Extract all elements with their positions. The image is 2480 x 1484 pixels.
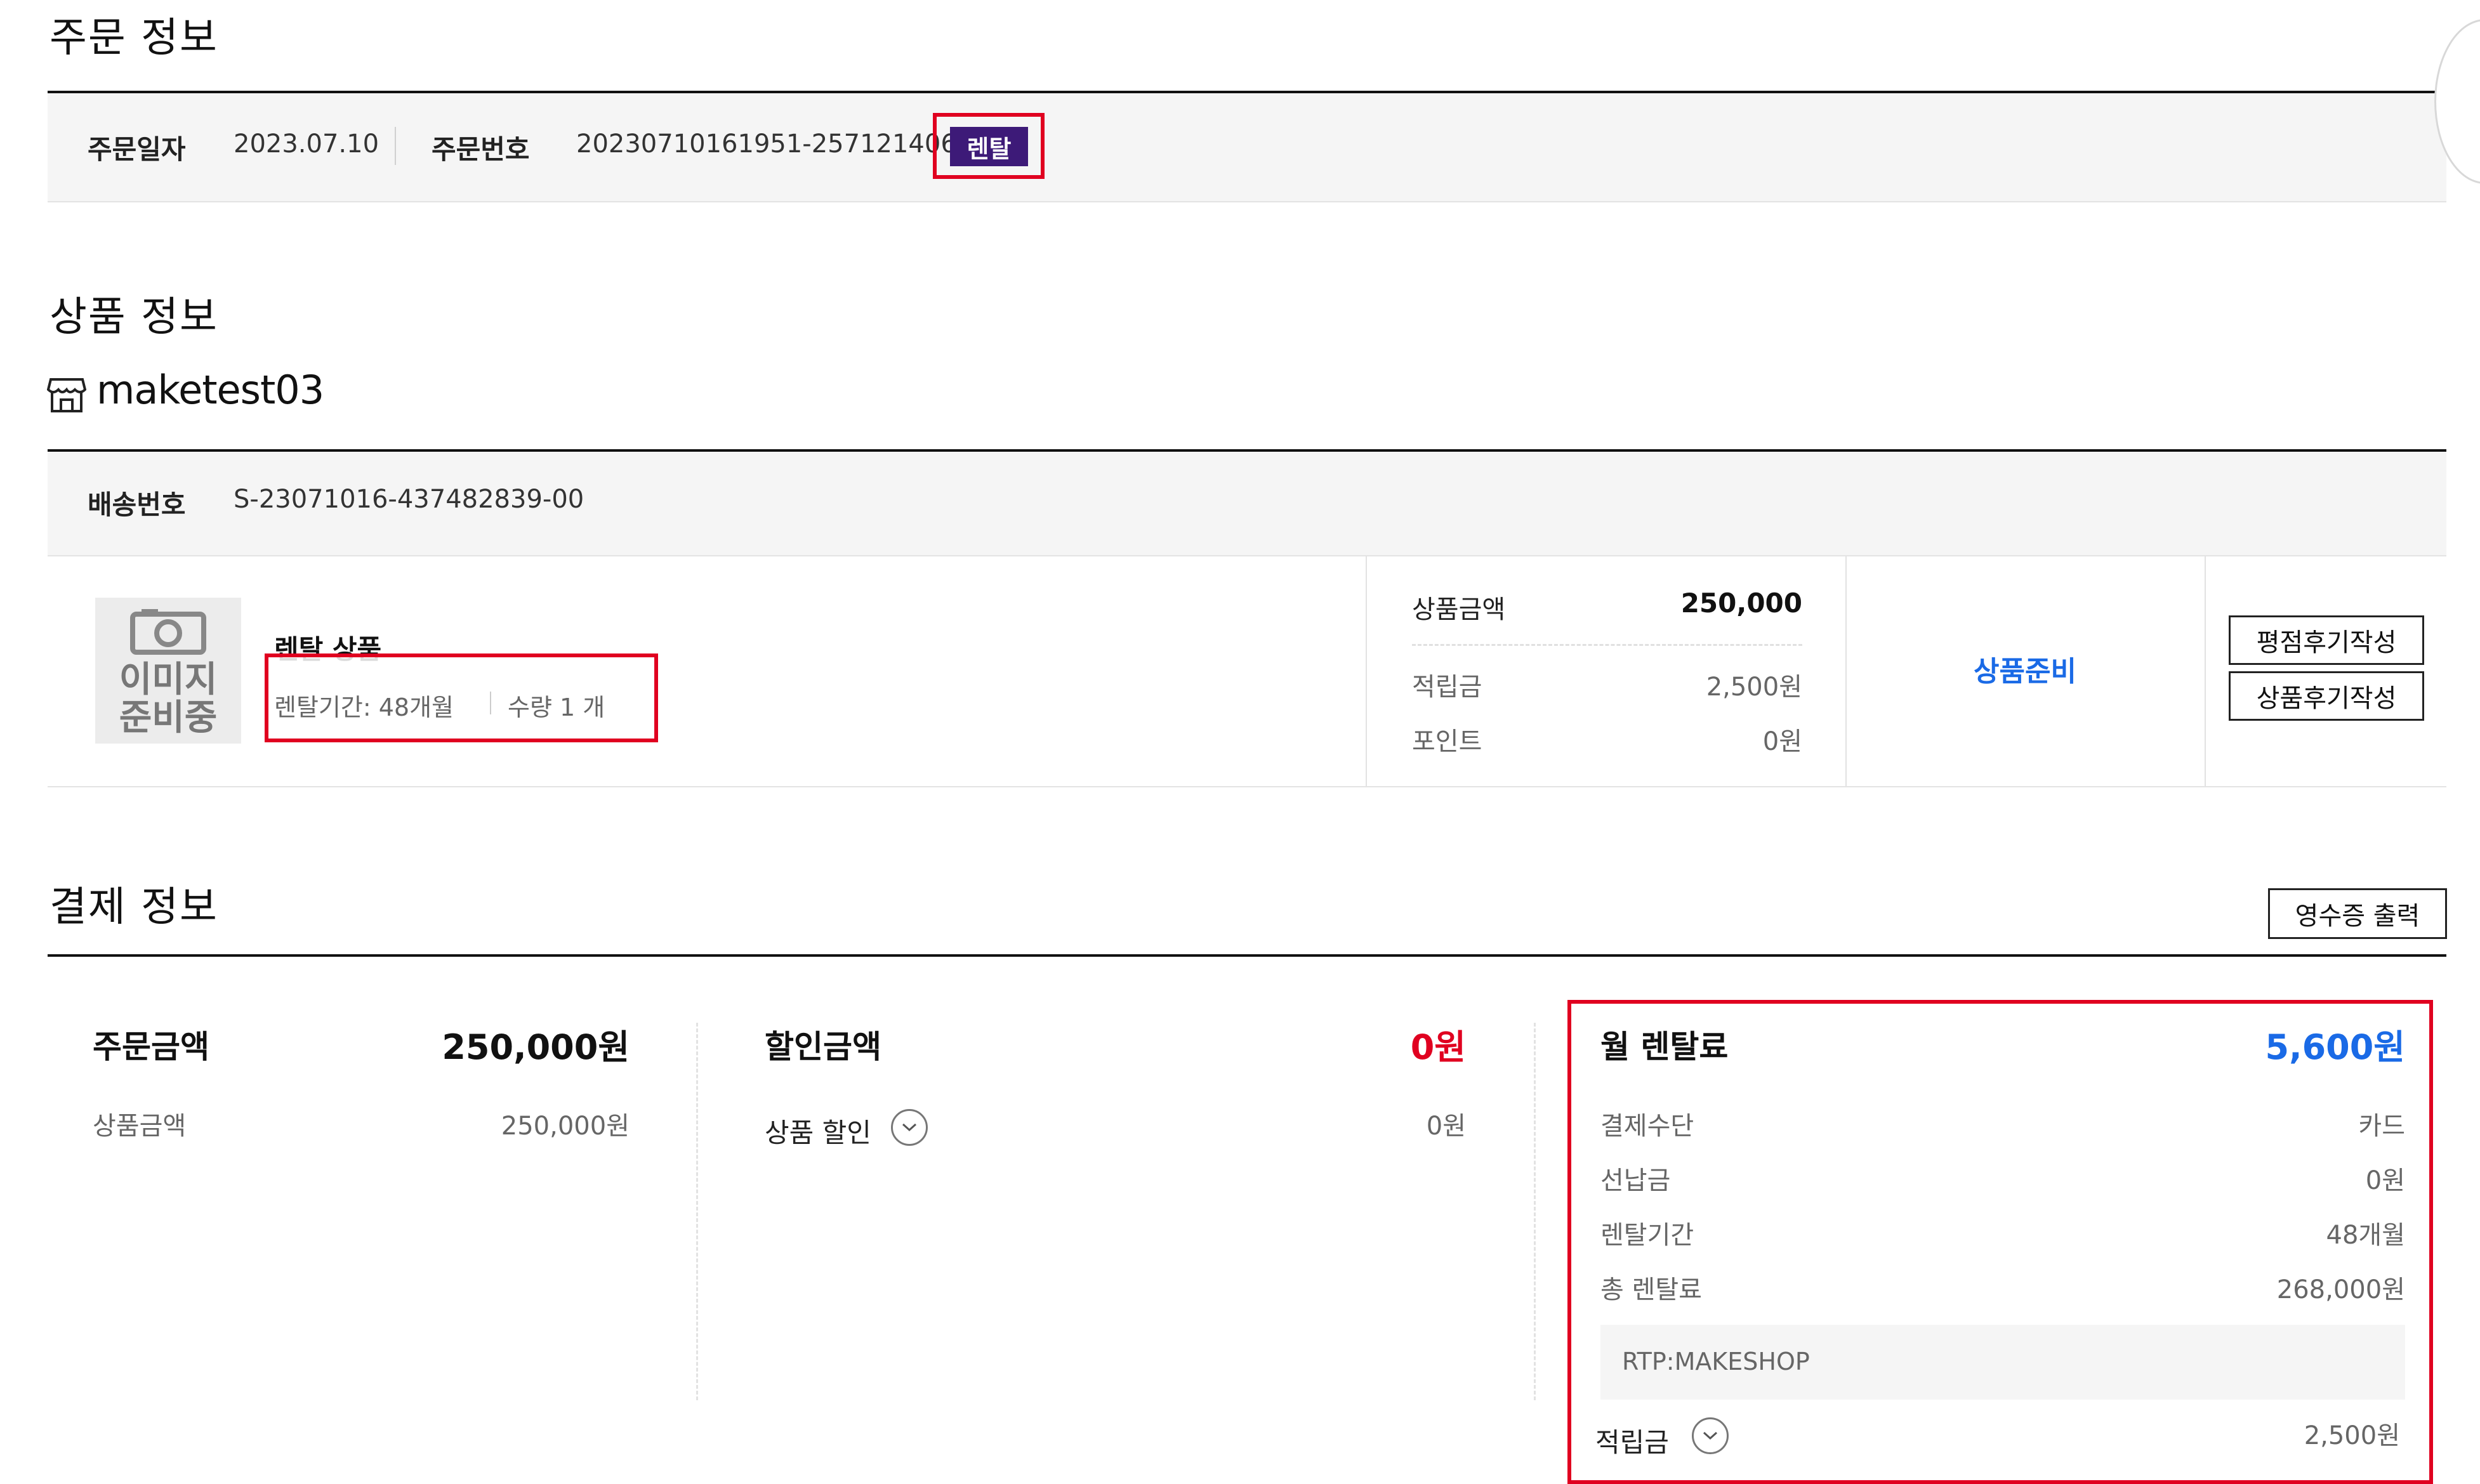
product-price-label: 상품금액: [1412, 595, 1506, 624]
option-separator: [490, 692, 491, 714]
discount-amount-value: 0원: [1410, 1027, 1466, 1067]
total-rental-label: 총 렌탈료: [1600, 1275, 1702, 1304]
shipping-number-label: 배송번호: [88, 489, 186, 520]
payment-method-label: 결제수단: [1600, 1112, 1694, 1141]
product-thumbnail[interactable]: 이미지 준비중: [95, 598, 241, 744]
shipping-number-value: S-23071016-437482839-00: [234, 485, 584, 514]
camera-icon: [130, 608, 206, 657]
action-column-divider: [2205, 556, 2206, 786]
prepayment-label: 선납금: [1600, 1166, 1671, 1195]
payment-reserve-label: 적립금: [1595, 1427, 1669, 1458]
store-icon: [46, 374, 87, 414]
order-date-value: 2023.07.10: [234, 129, 379, 159]
chevron-down-icon: [902, 1123, 917, 1132]
thumbnail-text-line1: 이미지: [119, 659, 218, 700]
rental-badge: 렌탈: [950, 127, 1028, 166]
order-number-label: 주문번호: [432, 134, 530, 165]
order-amount-label: 주문금액: [93, 1028, 209, 1065]
product-discount-value: 0원: [1426, 1112, 1466, 1141]
product-review-button[interactable]: 상품후기작성: [2229, 671, 2424, 721]
rating-review-button[interactable]: 평점후기작성: [2229, 615, 2424, 665]
product-amount-label: 상품금액: [93, 1112, 187, 1141]
product-discount-toggle[interactable]: [891, 1109, 928, 1146]
shop-name[interactable]: maketest03: [96, 367, 324, 413]
product-point-label: 포인트: [1412, 727, 1482, 756]
product-quantity: 수량 1 개: [508, 693, 605, 721]
thumbnail-text-line2: 준비중: [119, 697, 218, 739]
product-option: 렌탈기간: 48개월: [274, 693, 454, 721]
rtp-note: RTP:MAKESHOP: [1622, 1348, 1810, 1376]
price-dashed-divider: [1412, 644, 1802, 646]
order-info-separator: [395, 127, 396, 165]
order-info-bar: [48, 93, 2446, 201]
product-reserve-label: 적립금: [1412, 673, 1482, 702]
prepayment-value: 0원: [2365, 1166, 2405, 1195]
payment-method-value: 카드: [2358, 1112, 2405, 1141]
product-row-bottom-line: [48, 786, 2446, 787]
product-price-value: 250,000: [1680, 588, 1802, 619]
order-number-value: 20230710161951-25712140638: [576, 129, 989, 159]
product-info-title: 상품 정보: [49, 294, 218, 341]
receipt-print-button[interactable]: 영수증 출력: [2268, 888, 2447, 939]
monthly-rental-value: 5,600원: [2265, 1027, 2406, 1067]
price-column-divider: [1366, 556, 1367, 786]
order-date-label: 주문일자: [88, 134, 186, 165]
product-point-value: 0원: [1762, 727, 1802, 756]
payment-info-divider: [48, 954, 2446, 957]
chevron-down-icon: [1703, 1431, 1718, 1440]
discount-amount-label: 할인금액: [765, 1028, 881, 1065]
payment-column-divider-1: [696, 1023, 698, 1400]
payment-info-title: 결제 정보: [49, 884, 218, 931]
shipping-bar-bottom-line: [48, 555, 2446, 556]
payment-reserve-value: 2,500원: [2304, 1421, 2400, 1450]
payment-column-divider-2: [1534, 1023, 1536, 1400]
order-info-title: 주문 정보: [49, 15, 218, 62]
rental-period-label: 렌탈기간: [1600, 1221, 1694, 1250]
payment-reserve-toggle[interactable]: [1692, 1417, 1729, 1454]
product-amount-value: 250,000원: [501, 1112, 630, 1141]
order-status: 상품준비: [1974, 655, 2076, 688]
order-amount-value: 250,000원: [442, 1027, 630, 1067]
product-reserve-value: 2,500원: [1706, 673, 1802, 702]
order-info-bottom-line: [48, 201, 2446, 202]
monthly-rental-label: 월 렌탈료: [1600, 1028, 1729, 1065]
total-rental-value: 268,000원: [2276, 1275, 2405, 1304]
rental-period-value: 48개월: [2326, 1221, 2406, 1250]
product-discount-label: 상품 할인: [765, 1117, 871, 1148]
